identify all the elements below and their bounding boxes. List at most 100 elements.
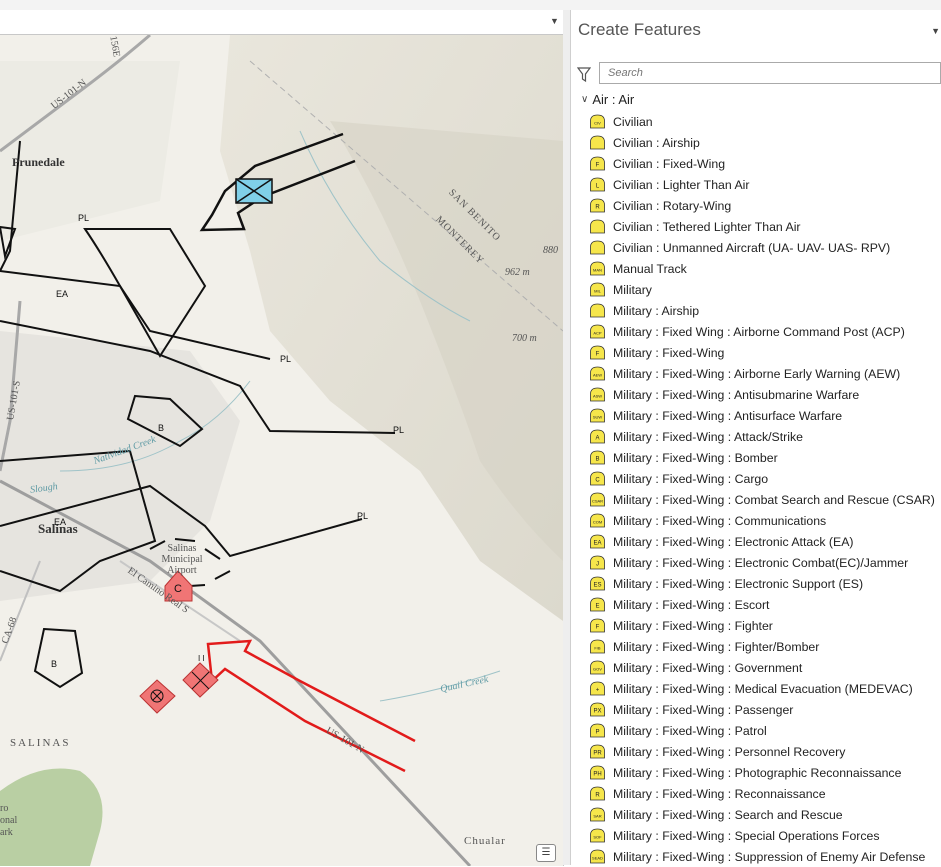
- air-track-symbol-icon: SEAD: [590, 849, 605, 864]
- template-item-label: Civilian : Unmanned Aircraft (UA- UAV- U…: [613, 240, 891, 255]
- air-track-symbol-icon: R: [590, 198, 605, 213]
- template-item[interactable]: SUW Military : Fixed-Wing : Antisurface W…: [589, 405, 939, 426]
- svg-text:SOF: SOF: [593, 835, 602, 840]
- template-item-label: Military : Fixed-Wing : Search and Rescu…: [613, 807, 843, 822]
- map-view-header: [0, 10, 566, 34]
- svg-text:C: C: [595, 478, 600, 484]
- chevron-down-icon[interactable]: ∨: [581, 94, 588, 105]
- label-park: ro onal ark: [0, 803, 18, 838]
- air-track-symbol-icon: R: [590, 786, 605, 801]
- template-item[interactable]: MAN Manual Track: [589, 258, 939, 279]
- pl-label-2: PL: [280, 354, 292, 364]
- template-item-label: Military : Fixed-Wing : Fighter: [613, 618, 773, 633]
- template-item[interactable]: + Military : Fixed-Wing : Medical Evacuat…: [589, 678, 939, 699]
- template-item[interactable]: Civilian : Tethered Lighter Than Air: [589, 216, 939, 237]
- template-item[interactable]: EA Military : Fixed-Wing : Electronic Att…: [589, 531, 939, 552]
- svg-text:CSAR: CSAR: [592, 499, 603, 504]
- svg-text:F/B: F/B: [594, 646, 601, 651]
- svg-text:CIV: CIV: [594, 121, 601, 126]
- template-item[interactable]: C Military : Fixed-Wing : Cargo: [589, 468, 939, 489]
- template-item[interactable]: PX Military : Fixed-Wing : Passenger: [589, 699, 939, 720]
- filter-icon[interactable]: [577, 67, 591, 83]
- template-item[interactable]: L Civilian : Lighter Than Air: [589, 174, 939, 195]
- template-item[interactable]: CSAR Military : Fixed-Wing : Combat Searc…: [589, 489, 939, 510]
- svg-text:F: F: [596, 625, 600, 631]
- template-item-label: Military : Fixed-Wing : Antisurface Warf…: [613, 408, 843, 423]
- template-item[interactable]: COM Military : Fixed-Wing : Communication…: [589, 510, 939, 531]
- search-input[interactable]: [599, 62, 941, 84]
- template-item[interactable]: MIL Military: [589, 279, 939, 300]
- template-item[interactable]: A Military : Fixed-Wing : Attack/Strike: [589, 426, 939, 447]
- template-item[interactable]: ASW Military : Fixed-Wing : Antisubmarine…: [589, 384, 939, 405]
- air-track-symbol-icon: SOF: [590, 828, 605, 843]
- air-track-symbol-icon: +: [590, 681, 605, 696]
- air-track-symbol-icon: [590, 240, 605, 255]
- label-elev-880: 880: [543, 245, 558, 256]
- air-track-symbol-icon: ASW: [590, 387, 605, 402]
- pl-label-3: PL: [393, 425, 405, 435]
- template-item[interactable]: B Military : Fixed-Wing : Bomber: [589, 447, 939, 468]
- air-track-symbol-icon: EA: [590, 534, 605, 549]
- map-view[interactable]: Prunedale Salinas SALINAS Salinas Munici…: [0, 34, 564, 866]
- template-item[interactable]: Civilian : Unmanned Aircraft (UA- UAV- U…: [589, 237, 939, 258]
- template-item[interactable]: PR Military : Fixed-Wing : Personnel Reco…: [589, 741, 939, 762]
- air-track-symbol-icon: MAN: [590, 261, 605, 276]
- svg-text:R: R: [595, 793, 600, 799]
- template-item[interactable]: ES Military : Fixed-Wing : Electronic Sup…: [589, 573, 939, 594]
- template-item[interactable]: Military : Airship: [589, 300, 939, 321]
- template-item-label: Military : Fixed-Wing : Fighter/Bomber: [613, 639, 820, 654]
- group-header-air[interactable]: ∨ Air : Air: [581, 92, 634, 107]
- template-item[interactable]: CIV Civilian: [589, 111, 939, 132]
- air-track-symbol-icon: PX: [590, 702, 605, 717]
- svg-text:ES: ES: [593, 583, 601, 589]
- map-options-dropdown-icon[interactable]: ▼: [550, 16, 559, 26]
- template-item[interactable]: E Military : Fixed-Wing : Escort: [589, 594, 939, 615]
- template-item[interactable]: SOF Military : Fixed-Wing : Special Opera…: [589, 825, 939, 846]
- template-item-label: Military: [613, 282, 652, 297]
- template-item[interactable]: P Military : Fixed-Wing : Patrol: [589, 720, 939, 741]
- template-item[interactable]: F Civilian : Fixed-Wing: [589, 153, 939, 174]
- air-track-symbol-icon: L: [590, 177, 605, 192]
- template-item[interactable]: R Military : Fixed-Wing : Reconnaissance: [589, 783, 939, 804]
- svg-text:SAR: SAR: [593, 814, 601, 819]
- template-item[interactable]: SAR Military : Fixed-Wing : Search and Re…: [589, 804, 939, 825]
- svg-text:E: E: [595, 604, 599, 610]
- air-track-symbol-icon: CIV: [590, 114, 605, 129]
- c-label: C: [174, 583, 182, 595]
- template-item[interactable]: PH Military : Fixed-Wing : Photographic R…: [589, 762, 939, 783]
- template-item[interactable]: ACP Military : Fixed Wing : Airborne Comm…: [589, 321, 939, 342]
- template-item[interactable]: F Military : Fixed-Wing : Fighter: [589, 615, 939, 636]
- ii-echelon-label: I I: [198, 654, 205, 663]
- air-track-symbol-icon: SAR: [590, 807, 605, 822]
- ea-label-2: EA: [54, 517, 67, 527]
- template-item[interactable]: AEW Military : Fixed-Wing : Airborne Earl…: [589, 363, 939, 384]
- template-item-label: Military : Fixed-Wing : Combat Search an…: [613, 492, 935, 507]
- template-item-label: Military : Fixed-Wing : Medical Evacuati…: [613, 681, 913, 696]
- svg-text:EA: EA: [593, 541, 601, 547]
- air-track-symbol-icon: CSAR: [590, 492, 605, 507]
- template-item[interactable]: F Military : Fixed-Wing: [589, 342, 939, 363]
- air-track-symbol-icon: GOV: [590, 660, 605, 675]
- air-track-symbol-icon: [590, 303, 605, 318]
- air-track-symbol-icon: F: [590, 156, 605, 171]
- air-track-symbol-icon: F/B: [590, 639, 605, 654]
- panel-options-dropdown-icon[interactable]: ▼: [931, 26, 940, 36]
- template-item[interactable]: SEAD Military : Fixed-Wing : Suppression …: [589, 846, 939, 867]
- map-legend-button-icon[interactable]: ☰: [536, 844, 556, 862]
- air-track-symbol-icon: PR: [590, 744, 605, 759]
- pane-splitter[interactable]: [563, 10, 570, 865]
- template-item[interactable]: F/B Military : Fixed-Wing : Fighter/Bombe…: [589, 636, 939, 657]
- air-track-symbol-icon: MIL: [590, 282, 605, 297]
- pl-label-4: PL: [357, 511, 369, 521]
- svg-text:F: F: [596, 352, 600, 358]
- template-item-label: Civilian : Tethered Lighter Than Air: [613, 219, 801, 234]
- svg-text:PR: PR: [593, 751, 602, 757]
- template-item[interactable]: R Civilian : Rotary-Wing: [589, 195, 939, 216]
- template-item[interactable]: GOV Military : Fixed-Wing : Government: [589, 657, 939, 678]
- template-item[interactable]: J Military : Fixed-Wing : Electronic Comb…: [589, 552, 939, 573]
- template-item-label: Military : Airship: [613, 303, 700, 318]
- air-track-symbol-icon: F: [590, 618, 605, 633]
- template-item-label: Civilian : Lighter Than Air: [613, 177, 750, 192]
- label-prunedale: Prunedale: [12, 155, 65, 169]
- template-item[interactable]: Civilian : Airship: [589, 132, 939, 153]
